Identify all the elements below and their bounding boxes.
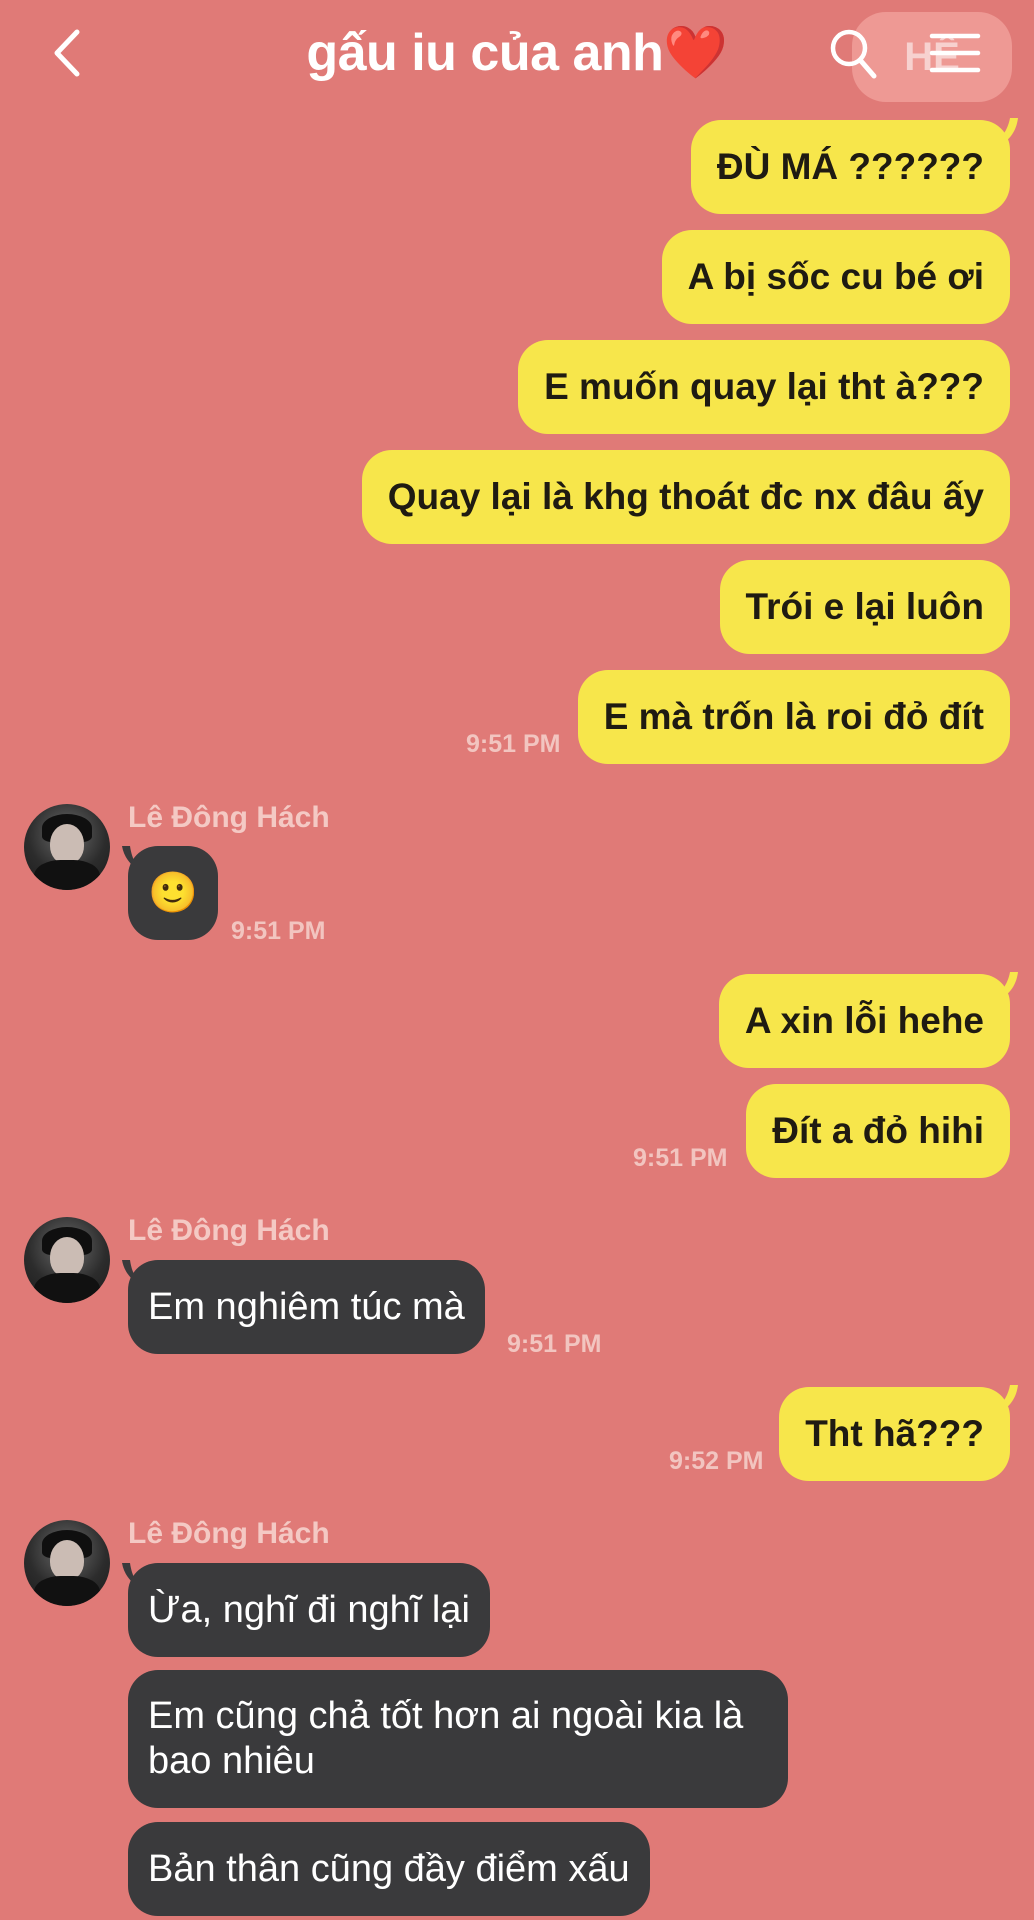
search-icon — [830, 29, 877, 79]
message-timestamp: 9:51 PM — [507, 1330, 602, 1358]
message-bubble-sent[interactable]: Quay lại là khg thoát đc nx đâu ấy — [361, 450, 1010, 544]
menu-button[interactable] — [928, 30, 982, 76]
search-button[interactable] — [828, 26, 878, 80]
message-bubble-sent[interactable]: E mà trốn là roi đỏ đít — [577, 670, 1010, 764]
sender-name: Lê Đông Hách — [128, 1214, 330, 1247]
message-timestamp: 9:51 PM — [231, 917, 326, 945]
sender-name: Lê Đông Hách — [128, 801, 330, 834]
message-bubble-received[interactable]: Em cũng chả tốt hơn ai ngoài kia là bao … — [128, 1670, 788, 1808]
message-bubble-sent[interactable]: A bị sốc cu bé ơi — [661, 230, 1010, 324]
message-bubble-received[interactable]: Bản thân cũng đầy điểm xấu — [128, 1822, 650, 1916]
chat-header: gấu iu của anh❤️ HÊ — [0, 0, 1034, 110]
message-bubble-sent[interactable]: Tht hã??? — [779, 1387, 1010, 1481]
avatar[interactable] — [24, 804, 110, 890]
message-bubble-received[interactable]: 🙂 — [128, 846, 218, 940]
hamburger-menu-icon — [929, 33, 981, 73]
message-timestamp: 9:52 PM — [669, 1447, 764, 1475]
message-bubble-received[interactable]: Em nghiêm túc mà — [128, 1260, 485, 1354]
message-bubble-sent[interactable]: Đít a đỏ hihi — [746, 1084, 1010, 1178]
message-bubble-sent[interactable]: ĐÙ MÁ ?????? — [690, 120, 1010, 214]
avatar[interactable] — [24, 1520, 110, 1606]
avatar[interactable] — [24, 1217, 110, 1303]
sender-name: Lê Đông Hách — [128, 1517, 330, 1550]
message-bubble-sent[interactable]: Trói e lại luôn — [719, 560, 1010, 654]
message-timestamp: 9:51 PM — [466, 730, 561, 758]
message-bubble-received[interactable]: Ừa, nghĩ đi nghĩ lại — [128, 1563, 490, 1657]
message-bubble-sent[interactable]: E muốn quay lại tht à??? — [518, 340, 1010, 434]
message-timestamp: 9:51 PM — [633, 1144, 728, 1172]
message-bubble-sent[interactable]: A xin lỗi hehe — [718, 974, 1010, 1068]
